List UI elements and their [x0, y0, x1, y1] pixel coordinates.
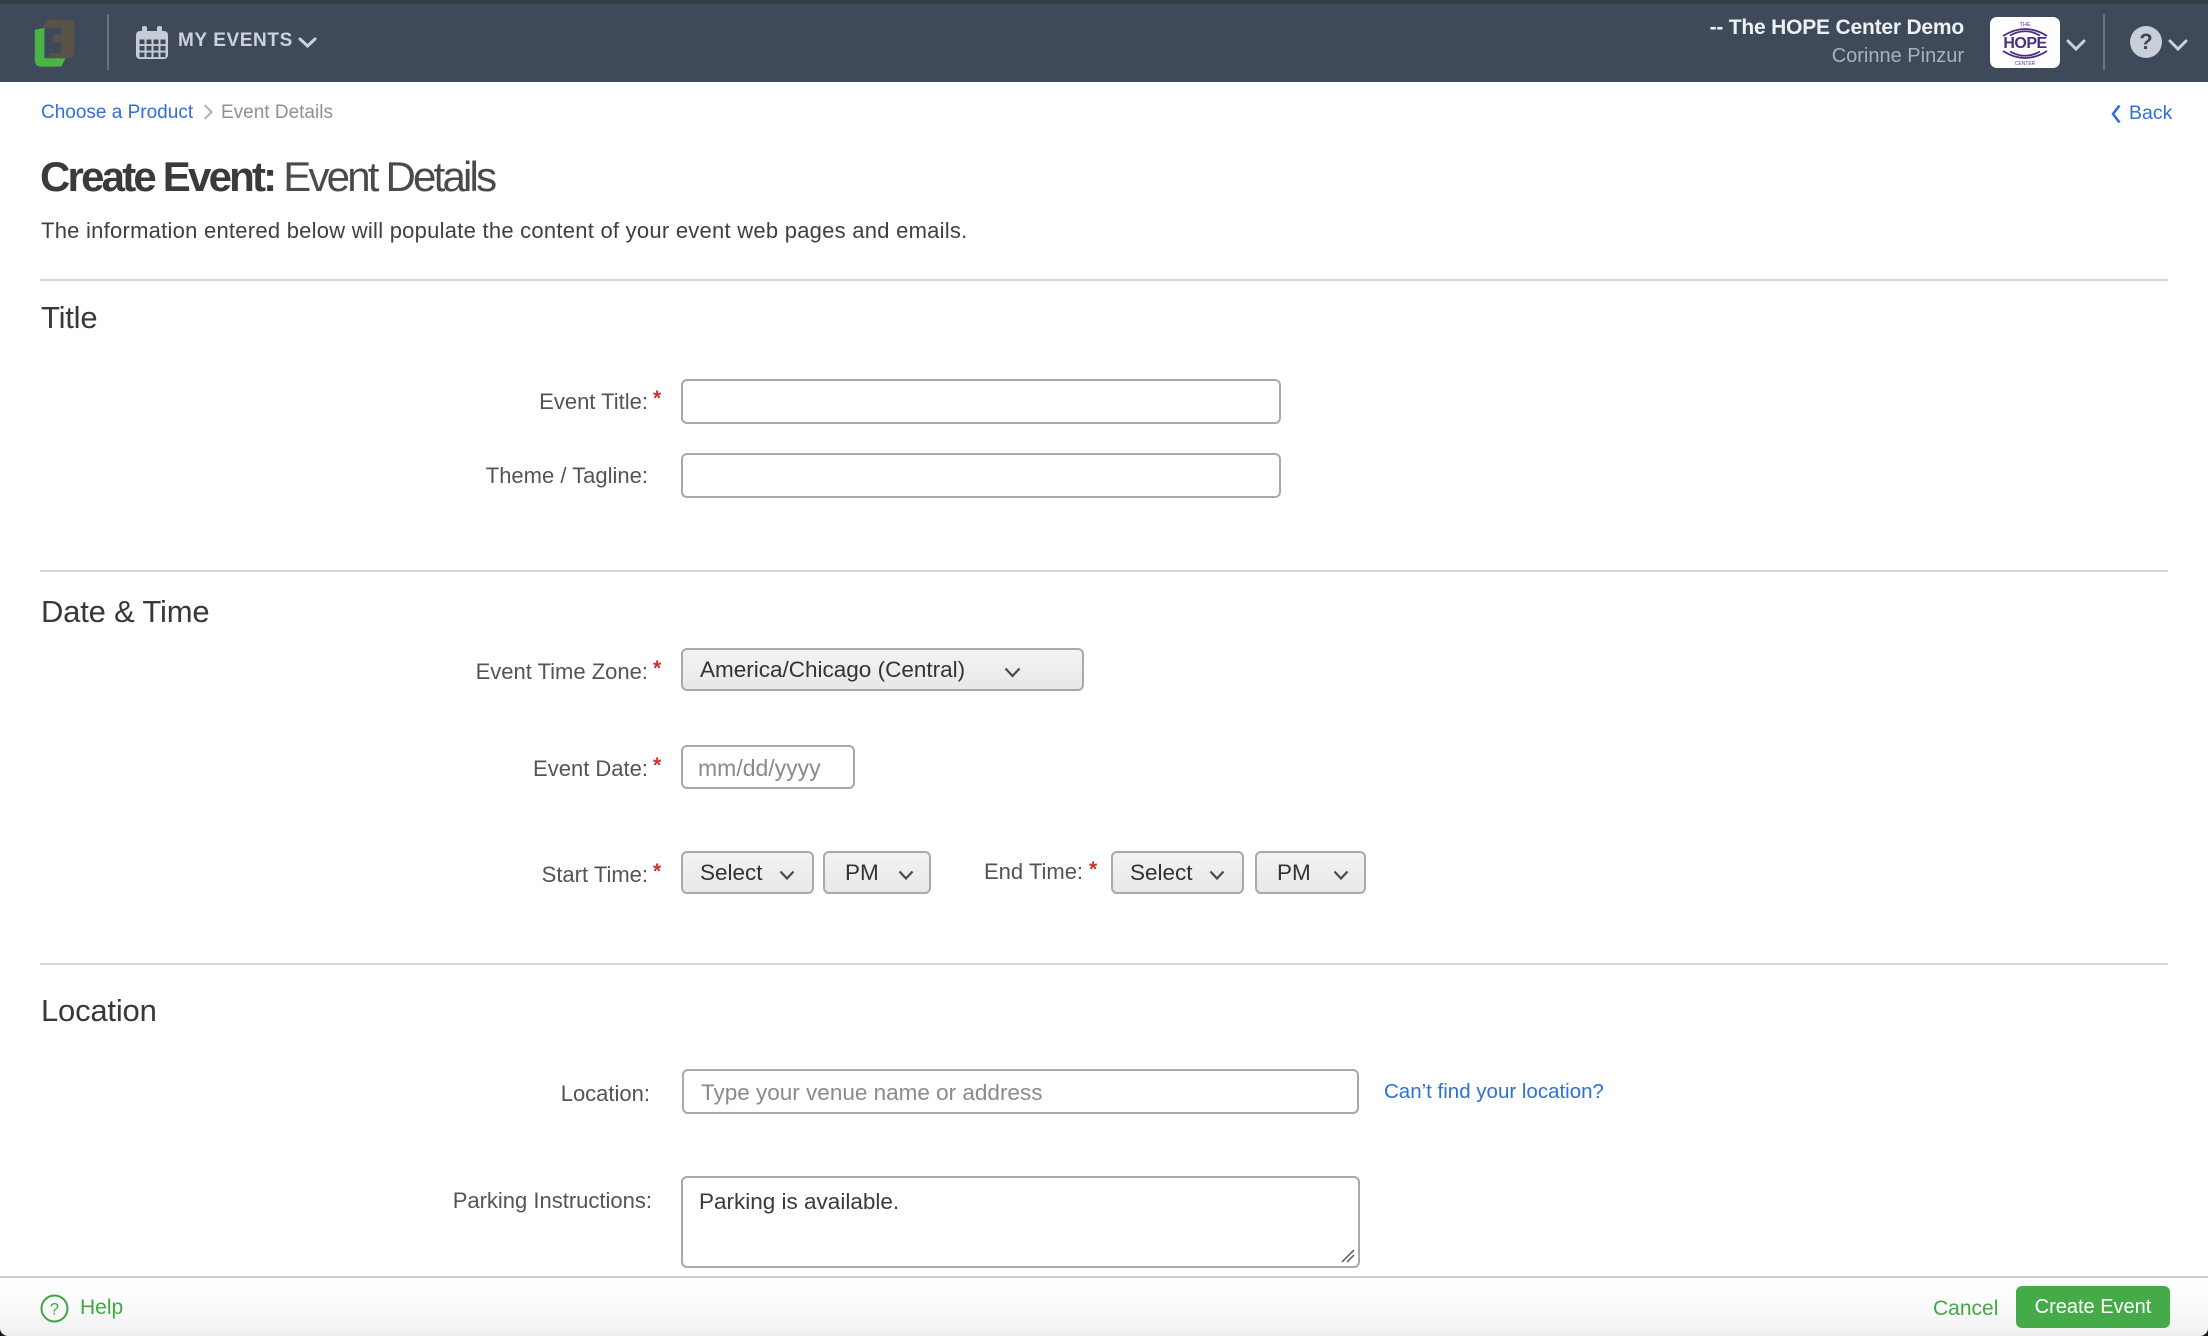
svg-text:CENTER: CENTER [2015, 61, 2036, 67]
svg-text:?: ? [50, 1301, 59, 1319]
svg-text:HOPE: HOPE [2003, 35, 2047, 52]
svg-text:THE: THE [2020, 22, 2031, 28]
